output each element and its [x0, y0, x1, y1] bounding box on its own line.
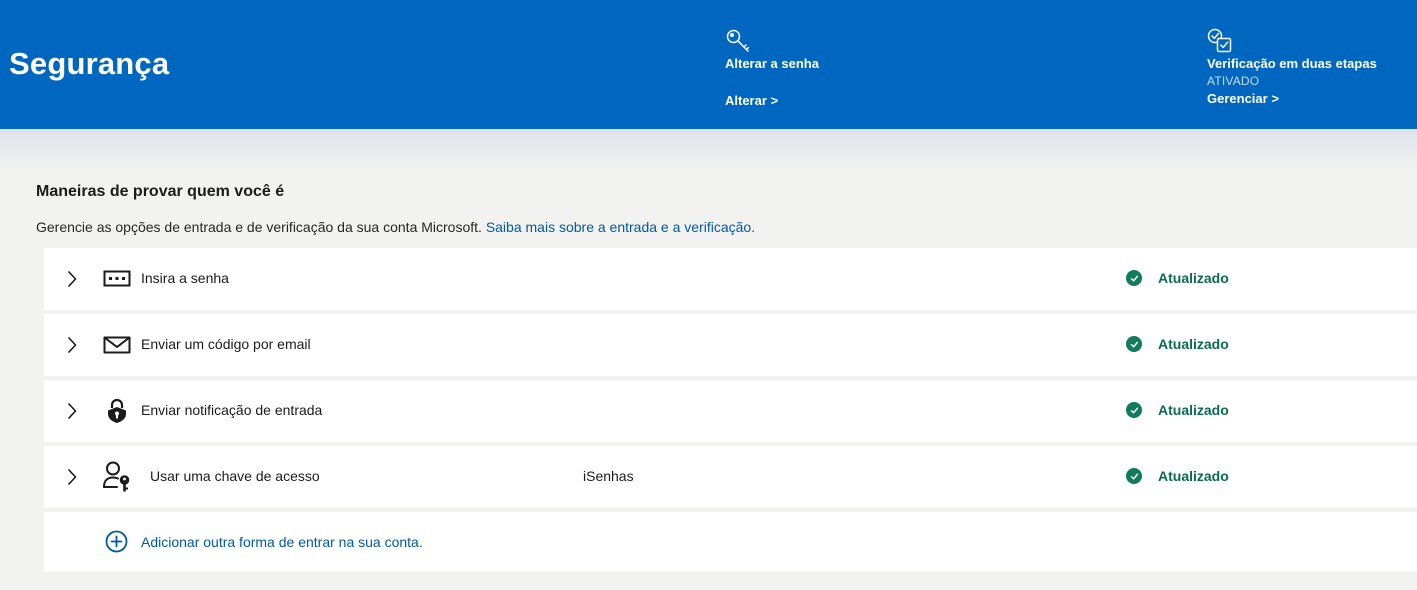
add-method-row: Adicionar outra forma de entrar na sua c…	[44, 512, 1417, 572]
section-description: Gerencie as opções de entrada e de verif…	[36, 219, 755, 235]
two-step-panel: Verificação em duas etapas ATIVADO Geren…	[1207, 28, 1377, 106]
lock-notification-icon	[102, 397, 132, 425]
change-password-title: Alterar a senha	[725, 56, 819, 71]
chevron-right-icon[interactable]	[64, 400, 80, 422]
method-label: Usar uma chave de acesso	[150, 468, 320, 484]
password-icon	[102, 265, 132, 293]
check-circle-icon	[1126, 468, 1142, 484]
shield-check-icon	[1207, 28, 1232, 53]
status-text: Atualizado	[1158, 468, 1229, 484]
method-detail: iSenhas	[583, 468, 634, 484]
status-text: Atualizado	[1158, 270, 1229, 286]
change-password-panel: Alterar a senha Alterar >	[725, 28, 819, 108]
status-text: Atualizado	[1158, 402, 1229, 418]
check-circle-icon	[1126, 402, 1142, 418]
method-label: Enviar um código por email	[141, 336, 311, 352]
chevron-right-icon[interactable]	[64, 268, 80, 290]
chevron-right-icon[interactable]	[64, 466, 80, 488]
learn-more-link[interactable]: Saiba mais sobre a entrada e a verificaç…	[486, 219, 755, 235]
sign-in-methods-list: Insira a senha Atualizado Enviar um códi…	[44, 248, 1417, 572]
status-text: Atualizado	[1158, 336, 1229, 352]
add-method-link[interactable]: Adicionar outra forma de entrar na sua c…	[141, 534, 423, 550]
plus-circle-icon[interactable]	[105, 530, 128, 553]
page-header: Segurança Alterar a senha Alterar > Veri…	[0, 0, 1417, 129]
method-row-email[interactable]: Enviar um código por email Atualizado	[44, 314, 1417, 376]
status-badge: Atualizado	[1126, 336, 1229, 352]
two-step-title: Verificação em duas etapas	[1207, 56, 1377, 71]
section-title: Maneiras de provar quem você é	[36, 183, 285, 200]
email-icon	[102, 331, 132, 359]
two-step-status: ATIVADO	[1207, 74, 1260, 88]
key-icon	[726, 29, 750, 52]
header-shadow	[0, 129, 1417, 169]
method-label: Insira a senha	[141, 270, 229, 286]
two-step-manage-link[interactable]: Gerenciar >	[1207, 91, 1377, 106]
check-circle-icon	[1126, 336, 1142, 352]
page-title: Segurança	[9, 46, 170, 81]
section-description-text: Gerencie as opções de entrada e de verif…	[36, 219, 482, 235]
method-row-passkey[interactable]: Usar uma chave de acesso iSenhas Atualiz…	[44, 446, 1417, 508]
status-badge: Atualizado	[1126, 468, 1229, 484]
change-password-link[interactable]: Alterar >	[725, 93, 819, 108]
check-circle-icon	[1126, 270, 1142, 286]
method-label: Enviar notificação de entrada	[141, 402, 323, 418]
method-row-password[interactable]: Insira a senha Atualizado	[44, 248, 1417, 310]
status-badge: Atualizado	[1126, 402, 1229, 418]
method-row-notification[interactable]: Enviar notificação de entrada Atualizado	[44, 380, 1417, 442]
chevron-right-icon[interactable]	[64, 334, 80, 356]
status-badge: Atualizado	[1126, 270, 1229, 286]
passkey-icon	[102, 461, 132, 492]
